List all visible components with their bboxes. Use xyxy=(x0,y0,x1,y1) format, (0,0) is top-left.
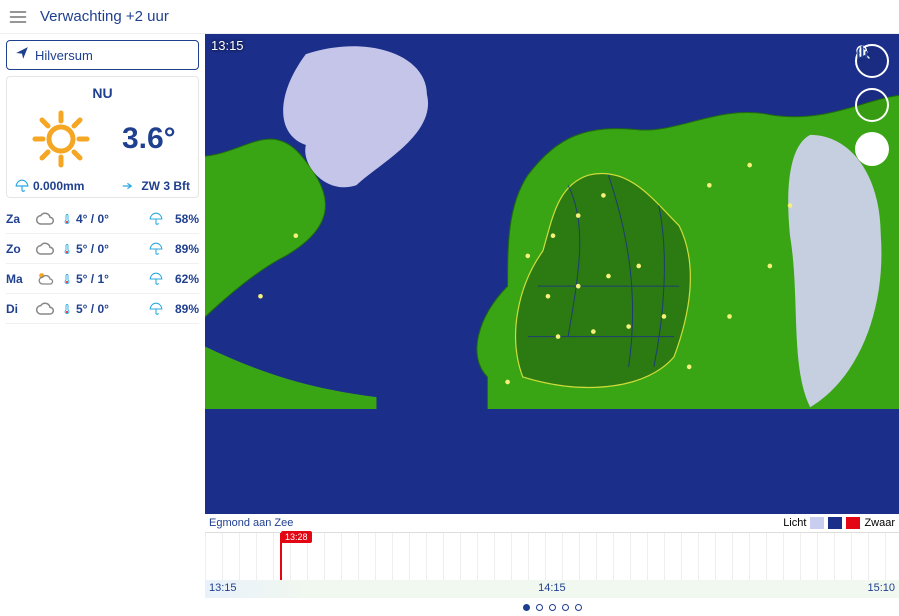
pager-dot[interactable] xyxy=(549,604,556,611)
forecast-row[interactable]: Di 5° / 0° 89% xyxy=(6,294,199,324)
forecast-row[interactable]: Ma 5° / 1° 62% xyxy=(6,264,199,294)
forecast-list: Za 4° / 0° 58% Zo 5° / 0° 89% Ma 5° / 1° 62% Di 5°… xyxy=(6,204,199,324)
cloud-icon xyxy=(32,209,58,229)
forecast-temps: 5° / 0° xyxy=(76,242,147,256)
forecast-day: Zo xyxy=(6,242,32,256)
location-search[interactable] xyxy=(6,40,199,70)
pager-dots[interactable] xyxy=(205,598,899,616)
forecast-precip-pct: 58% xyxy=(165,212,199,226)
search-input[interactable] xyxy=(35,48,211,63)
sun-icon xyxy=(29,107,93,171)
umbrella-icon xyxy=(147,272,165,286)
forecast-day: Ma xyxy=(6,272,32,286)
timeline-cursor-label: 13:28 xyxy=(281,531,312,543)
forecast-precip-pct: 89% xyxy=(165,242,199,256)
forecast-day: Di xyxy=(6,302,32,316)
current-wind: ZW 3 Bft xyxy=(121,179,190,193)
legend-light-swatch xyxy=(810,517,824,529)
pager-dot[interactable] xyxy=(523,604,530,611)
thermometer-icon xyxy=(58,211,76,227)
chart-button[interactable] xyxy=(855,132,889,166)
thermometer-icon xyxy=(58,271,76,287)
current-precipitation: 0.000mm xyxy=(15,179,84,193)
forecast-precip-pct: 89% xyxy=(165,302,199,316)
current-temperature: 3.6° xyxy=(122,122,176,156)
forecast-row[interactable]: Za 4° / 0° 58% xyxy=(6,204,199,234)
precipitation-timeline[interactable]: 13:28 xyxy=(205,532,899,580)
map-timestamp: 13:15 xyxy=(211,38,244,53)
sun-cloud-icon xyxy=(32,269,58,289)
wind-icon xyxy=(121,179,137,193)
thermometer-icon xyxy=(58,301,76,317)
forecast-day: Za xyxy=(6,212,32,226)
precipitation-legend: Licht Zwaar xyxy=(783,517,895,529)
page-title: Verwachting +2 uur xyxy=(40,8,169,25)
legend-heavy-swatch xyxy=(846,517,860,529)
now-label: NU xyxy=(15,85,190,101)
cursor-location: Egmond aan Zee xyxy=(209,517,293,529)
umbrella-icon xyxy=(15,179,29,193)
hamburger-menu-icon[interactable] xyxy=(8,7,28,27)
umbrella-icon xyxy=(147,212,165,226)
time-axis: 13:15 14:15 15:10 xyxy=(205,580,899,598)
pager-dot[interactable] xyxy=(575,604,582,611)
location-arrow-icon xyxy=(15,46,29,65)
pager-dot[interactable] xyxy=(562,604,569,611)
forecast-precip-pct: 62% xyxy=(165,272,199,286)
umbrella-icon xyxy=(147,242,165,256)
forecast-temps: 5° / 1° xyxy=(76,272,147,286)
thermometer-icon xyxy=(58,241,76,257)
umbrella-icon xyxy=(147,302,165,316)
cloud-icon xyxy=(32,239,58,259)
cloud-icon xyxy=(32,299,58,319)
radar-map[interactable]: 13:15 xyxy=(205,34,899,514)
forecast-temps: 5° / 0° xyxy=(76,302,147,316)
current-weather-card: NU 3.6° xyxy=(6,76,199,198)
forecast-row[interactable]: Zo 5° / 0° 89% xyxy=(6,234,199,264)
zoom-in-button[interactable] xyxy=(855,88,889,122)
forecast-temps: 4° / 0° xyxy=(76,212,147,226)
legend-medium-swatch xyxy=(828,517,842,529)
pager-dot[interactable] xyxy=(536,604,543,611)
